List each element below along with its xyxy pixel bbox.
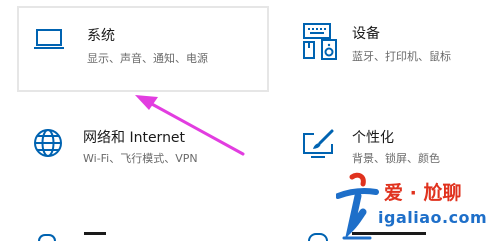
- partial-tile-icon: [308, 233, 328, 241]
- globe-icon: [33, 128, 63, 162]
- watermark-logo-icon: [336, 172, 379, 240]
- devices-icon: [302, 22, 342, 64]
- tile-title: 系统: [87, 28, 115, 44]
- tile-title: 个性化: [352, 130, 394, 146]
- tile-subtitle: Wi-Fi、飞行模式、VPN: [83, 152, 198, 165]
- laptop-icon: [33, 28, 65, 56]
- tile-title: 设备: [352, 26, 380, 42]
- tile-title: 网络和 Internet: [83, 130, 186, 146]
- watermark-text-bottom: igaliao.com: [378, 208, 488, 227]
- tile-system[interactable]: 系统 显示、声音、通知、电源: [17, 6, 269, 92]
- watermark: 爱 · 尬聊 igaliao.com: [336, 170, 494, 241]
- tile-subtitle: 背景、锁屏、颜色: [352, 152, 440, 165]
- tile-subtitle: 显示、声音、通知、电源: [87, 52, 208, 65]
- tile-devices[interactable]: 设备 蓝牙、打印机、鼠标: [290, 6, 490, 92]
- settings-page: 系统 显示、声音、通知、电源 设备 蓝牙、打印机、鼠标 网络和 Internet…: [0, 0, 494, 241]
- paint-brush-icon: [302, 128, 336, 164]
- tile-subtitle: 蓝牙、打印机、鼠标: [352, 50, 451, 63]
- partial-tile-title: [84, 232, 106, 235]
- partial-tile-icon: [38, 234, 56, 241]
- tile-network[interactable]: 网络和 Internet Wi-Fi、飞行模式、VPN: [17, 116, 269, 182]
- watermark-text-top: 爱 · 尬聊: [384, 182, 462, 204]
